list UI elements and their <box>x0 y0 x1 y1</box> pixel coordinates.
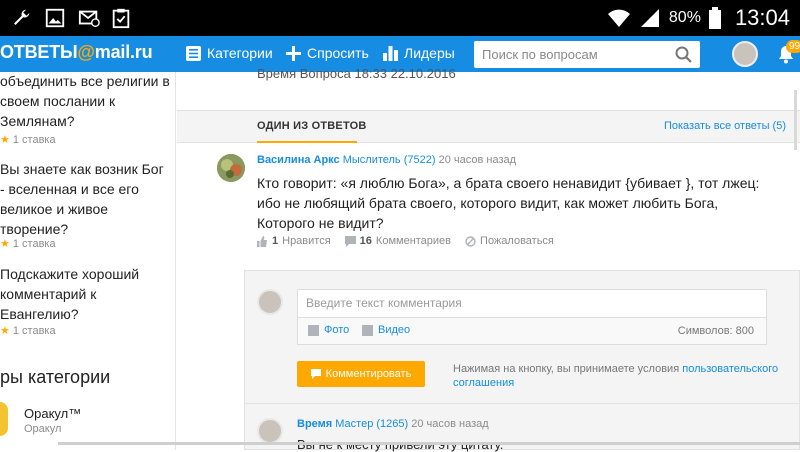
stake-label: 1 ставка <box>12 237 56 250</box>
thumb-up-icon <box>257 235 267 247</box>
oracle-subtitle: Оракул <box>24 423 62 435</box>
likes-label: Нравится <box>282 235 331 247</box>
oracle-logo[interactable] <box>0 402 8 436</box>
comment-form: Введите текст комментария Фото Видео Сим… <box>244 270 800 452</box>
logo-at: @ <box>77 42 95 62</box>
wrench-icon <box>14 9 30 25</box>
answer-author-avatar[interactable] <box>217 154 245 182</box>
battery-percent: 80% <box>668 9 701 26</box>
nav-ask-link[interactable]: Спросить <box>286 45 369 61</box>
list-icon <box>186 45 201 61</box>
star-icon: ★ <box>0 238 10 250</box>
logo-prefix: ОТВЕТЫ <box>0 42 78 62</box>
terms-notice: Нажимая на кнопку, вы принимаете условия… <box>453 362 793 390</box>
sidebar-question-link[interactable]: объединить все религии в своем послании … <box>0 72 172 131</box>
divider <box>245 403 800 404</box>
complain-label: Пожаловаться <box>480 235 554 247</box>
mail-muted-icon <box>78 10 100 27</box>
answer-time: 20 часов назад <box>438 154 517 166</box>
question-stake: ★ 1 ставка <box>0 324 56 338</box>
video-label: Видео <box>378 324 411 336</box>
vertical-scrollbar[interactable] <box>794 90 797 150</box>
horizontal-scrollbar[interactable] <box>58 442 800 445</box>
categories-heading: ры категории <box>0 367 111 387</box>
answer-actions: 1 Нравится 16 Комментариев Пожаловаться <box>257 235 554 247</box>
char-counter: Символов: 800 <box>677 325 754 337</box>
plus-icon <box>286 45 301 61</box>
complain-icon <box>465 235 476 247</box>
comment-icon <box>310 369 321 379</box>
image-icon <box>45 8 65 28</box>
battery-icon <box>708 7 721 29</box>
comment-author-rank[interactable]: Мастер (1265) <box>335 418 408 430</box>
comments-label: Комментариев <box>375 235 452 247</box>
sidebar-question-link[interactable]: Подскажите хороший комментарий к Евангел… <box>0 264 172 324</box>
nav-ask-label: Спросить <box>307 45 369 61</box>
wifi-icon <box>607 9 630 27</box>
nav-categories-link[interactable]: Категории <box>186 45 273 61</box>
search-input[interactable]: Поиск по вопросам <box>482 47 598 62</box>
tab-one-answer[interactable]: ОДИН ИЗ ОТВЕТОВ <box>257 120 367 132</box>
answer-author-rank[interactable]: Мыслитель (7522) <box>343 154 436 166</box>
nav-categories-label: Категории <box>207 45 273 61</box>
bar-chart-icon <box>383 45 398 61</box>
stake-label: 1 ставка <box>12 324 56 337</box>
answers-tabbar: ОДИН ИЗ ОТВЕТОВ Показать все ответы (5) <box>177 110 800 143</box>
logo-domain: mail.ru <box>94 42 153 62</box>
avatar-image <box>217 154 245 182</box>
answer-author-link[interactable]: Василина Аркс <box>257 154 340 166</box>
sidebar-question-link[interactable]: Вы знаете как возник Бог - вселенная и в… <box>0 159 172 239</box>
question-time-cut: Время Вопроса 18:33 22.10.2016 <box>257 66 456 81</box>
stake-label: 1 ставка <box>12 133 56 146</box>
photo-label: Фото <box>324 324 350 336</box>
attach-bar: Фото Видео Символов: 800 <box>297 317 767 345</box>
clipboard-icon <box>112 8 130 29</box>
main-content: Время Вопроса 18:33 22.10.2016 ОДИН ИЗ О… <box>177 66 800 452</box>
sidebar: объединить все религии в своем послании … <box>0 72 176 450</box>
nav-leaders-link[interactable]: Лидеры <box>383 45 455 61</box>
attach-video-button[interactable]: Видео <box>362 324 410 336</box>
likes-count: 1 <box>272 235 279 247</box>
comments-button[interactable]: 16 Комментариев <box>344 235 452 247</box>
attach-photo-button[interactable]: Фото <box>308 324 349 336</box>
submit-comment-button[interactable]: Комментировать <box>297 361 425 387</box>
signal-icon <box>640 9 659 27</box>
comment-icon <box>344 235 356 247</box>
tab-underline <box>257 141 357 143</box>
oracle-name-link[interactable]: Оракул™ <box>24 406 81 421</box>
nav-leaders-label: Лидеры <box>404 45 455 61</box>
site-logo[interactable]: ОТВЕТЫ@mail.ru <box>0 42 153 63</box>
question-stake: ★ 1 ставка <box>0 237 56 251</box>
status-right: 80% 13:04 <box>607 0 790 36</box>
comment-meta: Время Мастер (1265) 20 часов назад <box>297 418 489 430</box>
comments-count: 16 <box>359 235 372 247</box>
notification-badge: 99 <box>786 40 800 53</box>
like-button[interactable]: 1 Нравится <box>257 235 331 247</box>
comment-placeholder: Введите текст комментария <box>306 296 462 310</box>
answer-meta: Василина Аркс Мыслитель (7522) 20 часов … <box>257 154 516 166</box>
submit-comment-label: Комментировать <box>325 368 412 380</box>
complain-button[interactable]: Пожаловаться <box>465 235 554 247</box>
star-icon: ★ <box>0 325 10 337</box>
video-icon <box>362 324 373 336</box>
star-icon: ★ <box>0 134 10 146</box>
terms-text: Нажимая на кнопку, вы принимаете условия <box>453 363 680 375</box>
clock: 13:04 <box>734 5 790 30</box>
answer-text: Кто говорит: «я люблю Бога», а брата сво… <box>257 175 760 231</box>
show-all-answers-link[interactable]: Показать все ответы (5) <box>664 120 786 132</box>
comment-author-avatar[interactable] <box>257 418 283 444</box>
photo-icon <box>308 324 319 336</box>
user-avatar[interactable] <box>732 41 758 67</box>
commenter-avatar <box>257 289 283 315</box>
question-stake: ★ 1 ставка <box>0 133 56 147</box>
search-icon[interactable] <box>675 46 692 63</box>
status-bar: 80% 13:04 <box>0 0 800 36</box>
search-box[interactable]: Поиск по вопросам <box>474 41 700 68</box>
comment-author-link[interactable]: Время <box>297 418 332 430</box>
comment-time: 20 часов назад <box>411 418 489 430</box>
comment-input[interactable]: Введите текст комментария <box>297 289 767 318</box>
